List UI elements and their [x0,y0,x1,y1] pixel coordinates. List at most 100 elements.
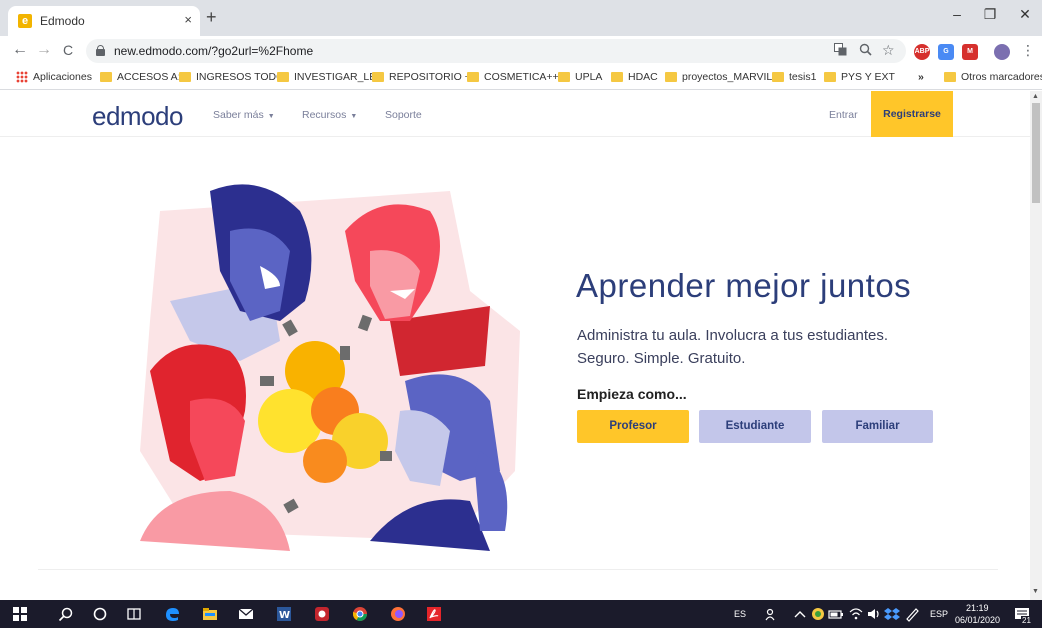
bookmark-folder[interactable]: COSMETICA++ [467,71,559,83]
forward-button[interactable]: → [34,41,54,59]
bookmarks-overflow-button[interactable]: » [918,71,924,83]
cortana-icon[interactable] [92,606,108,622]
bookmark-folder[interactable]: proyectos_MARVIL [665,71,772,83]
caret-down-icon: ▼ [350,113,358,120]
clock-time[interactable]: 21:19 [966,603,989,613]
nav-label: Recursos [302,109,347,121]
bookmark-folder[interactable]: HDAC [611,71,658,83]
keyboard-layout[interactable]: ESP [930,609,948,619]
scroll-down-icon[interactable]: ▼ [1032,588,1039,595]
bookmark-folder[interactable]: REPOSITORIO + [372,71,471,83]
back-button[interactable]: ← [10,41,30,59]
url-text: new.edmodo.com/?go2url=%2Fhome [114,44,314,58]
browser-toolbar: ← → C new.edmodo.com/?go2url=%2Fhome ☆ A… [0,36,1042,66]
nav-recursos[interactable]: Recursos ▼ [302,109,357,121]
folder-icon [611,72,623,82]
scroll-thumb[interactable] [1032,103,1040,203]
svg-text:W: W [279,610,290,621]
file-explorer-icon[interactable] [202,606,218,622]
red-extension-icon[interactable]: M [962,44,978,60]
minimize-button[interactable]: – [942,6,972,22]
reload-button[interactable]: C [58,41,78,59]
search-icon[interactable] [58,606,74,622]
parent-button[interactable]: Familiar [822,410,933,443]
bookmark-label: Aplicaciones [33,71,92,83]
menu-icon[interactable]: ⋮ [1018,41,1038,59]
app-red-icon[interactable] [314,606,330,622]
section-divider [38,569,998,570]
address-bar[interactable]: new.edmodo.com/?go2url=%2Fhome ☆ [86,39,906,63]
firefox-icon[interactable] [390,606,406,622]
edge-icon[interactable] [164,606,180,622]
battery-icon[interactable] [828,606,844,622]
folder-icon [277,72,289,82]
bookmark-apps[interactable]: Aplicaciones [16,71,92,83]
lock-icon[interactable] [96,45,105,56]
bookmark-folder[interactable]: UPLA [558,71,602,83]
star-icon[interactable]: ☆ [882,42,895,59]
folder-icon [824,72,836,82]
hero-illustration [140,184,520,551]
bookmark-folder[interactable]: PYS Y EXT [824,71,895,83]
pen-icon[interactable] [904,606,920,622]
folder-icon [944,72,956,82]
nav-label: Saber más [213,109,264,121]
login-link[interactable]: Entrar [829,109,858,121]
new-tab-button[interactable]: + [206,8,217,26]
translate-icon[interactable] [834,43,847,59]
bookmark-label: ACCESOS A: [117,71,181,83]
folder-icon [179,72,191,82]
zoom-icon[interactable] [859,43,872,59]
bookmark-label: COSMETICA++ [484,71,559,83]
mail-icon[interactable] [238,606,254,622]
translate-extension-icon[interactable]: G [938,44,954,60]
acrobat-icon[interactable] [426,606,442,622]
nav-saber-mas[interactable]: Saber más ▼ [213,109,275,121]
task-view-icon[interactable] [126,606,142,622]
edmodo-logo[interactable]: edmodo [92,101,183,132]
windows-start-icon[interactable] [12,606,28,622]
tab-close-icon[interactable]: × [184,12,192,27]
maximize-button[interactable]: ❐ [975,6,1005,23]
dropbox-icon[interactable] [884,606,900,622]
hero-subtitle-line: Administra tu aula. Involucra a tus estu… [577,327,889,344]
volume-icon[interactable] [866,606,882,622]
scroll-up-icon[interactable]: ▲ [1032,93,1039,100]
bookmark-folder[interactable]: INGRESOS TODO [179,71,284,83]
bookmark-other-folder[interactable]: Otros marcadores [944,71,1042,83]
signup-button[interactable]: Registrarse [871,91,953,137]
bookmark-label: INVESTIGAR_LB [294,71,377,83]
folder-icon [372,72,384,82]
wifi-icon[interactable] [848,606,864,622]
bookmark-label: Otros marcadores [961,71,1042,83]
close-window-button[interactable]: ✕ [1010,6,1040,23]
bookmark-label: INGRESOS TODO [196,71,285,83]
folder-icon [665,72,677,82]
bookmark-label: tesis1 [789,71,817,83]
folder-icon [467,72,479,82]
abp-extension-icon[interactable]: ABP [914,44,930,60]
profile-avatar-icon[interactable] [994,44,1010,60]
nav-soporte[interactable]: Soporte [385,109,422,121]
tray-app-icon[interactable] [810,606,826,622]
bookmark-label: UPLA [575,71,603,83]
clock-date[interactable]: 06/01/2020 [955,615,1000,625]
bookmark-label: REPOSITORIO + [389,71,471,83]
bookmark-label: PYS Y EXT [841,71,895,83]
hero-title: Aprender mejor juntos [576,267,912,304]
start-as-label: Empieza como... [577,386,687,402]
bookmark-folder[interactable]: tesis1 [772,71,816,83]
tab-edmodo[interactable]: e Edmodo × [8,6,200,36]
word-icon[interactable]: W [276,606,292,622]
teacher-button[interactable]: Profesor [577,410,689,443]
chevron-up-icon[interactable] [792,606,808,622]
chrome-icon[interactable] [352,606,368,622]
student-button[interactable]: Estudiante [699,410,811,443]
browser-tabstrip: e Edmodo × + – ❐ ✕ [0,0,1042,36]
input-language[interactable]: ES [734,609,746,619]
page-scrollbar[interactable]: ▲ ▼ [1030,91,1042,600]
people-icon[interactable] [764,606,780,622]
bookmark-folder[interactable]: INVESTIGAR_LB [277,71,376,83]
tab-title: Edmodo [40,14,85,28]
bookmark-folder[interactable]: ACCESOS A: [100,71,181,83]
